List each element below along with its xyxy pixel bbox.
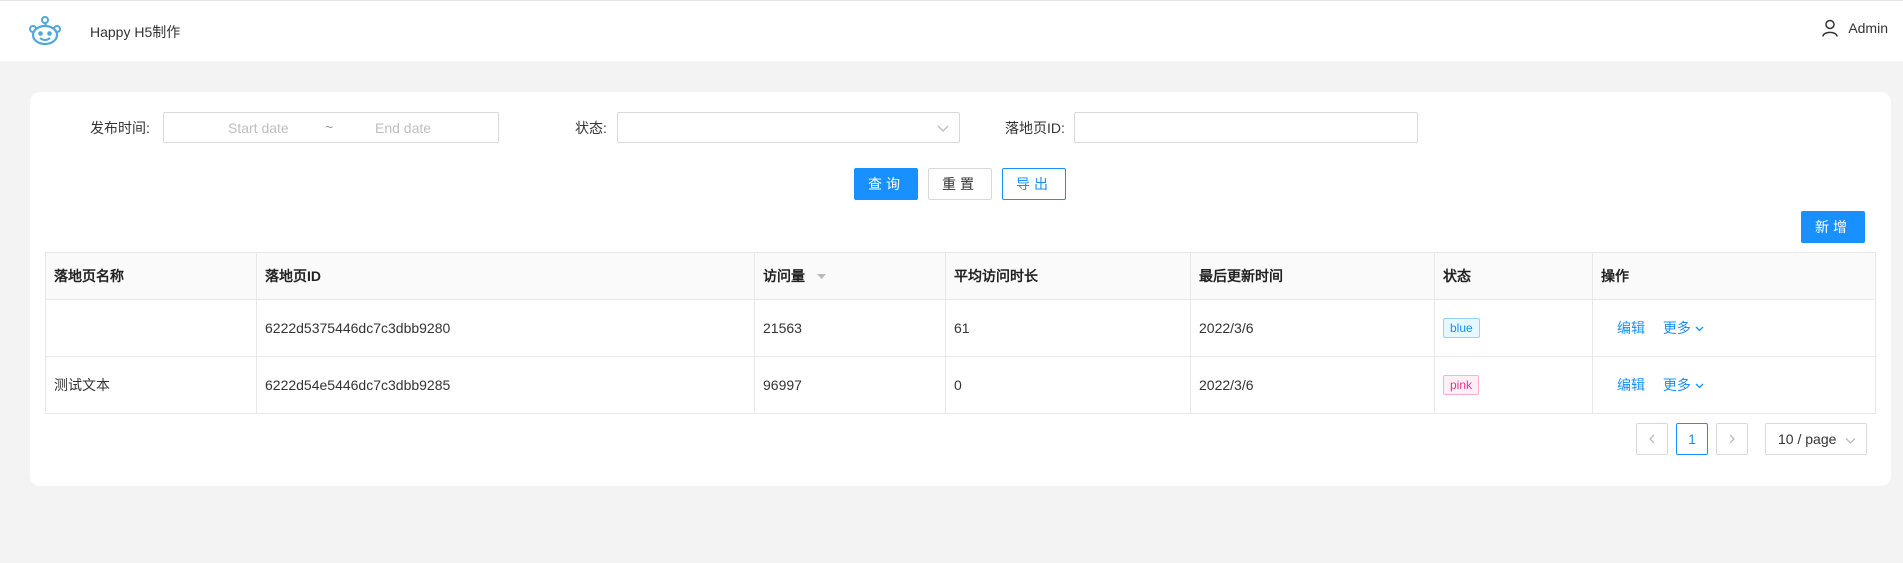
user-name: Admin [1848,20,1888,36]
chevron-down-icon [1695,383,1704,389]
app-title: Happy H5制作 [90,24,181,40]
status-select[interactable] [617,112,960,143]
next-page-button[interactable] [1716,423,1748,455]
sort-caret-icon[interactable] [816,274,826,280]
publish-time-label: 发布时间: [90,120,150,136]
date-range-picker[interactable]: Start date ~ End date [163,112,499,143]
column-header-updated: 最后更新时间 [1190,252,1435,300]
landing-page-table: 落地页名称 落地页ID 访问量 平均访问时长 最后更新时间 状态 操作 6222… [45,252,1876,414]
cell-avg-duration: 0 [945,356,1191,414]
user-menu[interactable]: Admin [1822,19,1888,37]
user-icon [1822,19,1839,37]
page-id-label: 落地页ID: [1005,120,1065,136]
end-date-placeholder: End date [375,120,432,136]
cell-actions: 编辑 更多 [1592,299,1876,357]
page-size-value: 10 / page [1778,431,1837,447]
cell-updated: 2022/3/6 [1190,299,1435,357]
more-label: 更多 [1662,377,1691,393]
more-dropdown[interactable]: 更多 [1663,377,1704,393]
status-badge: blue [1443,318,1480,338]
cell-id: 6222d54e5446dc7c3dbb9285 [256,356,755,414]
cell-name [45,299,257,357]
logo-icon[interactable] [29,16,61,46]
range-separator: ~ [325,119,334,135]
column-header-avg-duration: 平均访问时长 [945,252,1191,300]
cell-updated: 2022/3/6 [1190,356,1435,414]
cell-visits: 21563 [754,299,946,357]
cell-id: 6222d5375446dc7c3dbb9280 [256,299,755,357]
status-label: 状态: [575,120,607,136]
cell-avg-duration: 61 [945,299,1191,357]
more-label: 更多 [1662,320,1691,336]
table-header-row: 落地页名称 落地页ID 访问量 平均访问时长 最后更新时间 状态 操作 [45,252,1876,300]
status-badge: pink [1443,375,1480,395]
export-button[interactable]: 导出 [1002,168,1066,200]
query-button[interactable]: 查询 [854,168,918,200]
chevron-down-icon [937,125,949,132]
start-date-placeholder: Start date [228,120,289,136]
main-card: 发布时间: Start date ~ End date 状态: 落地页ID: 查… [30,92,1891,486]
prev-page-button[interactable] [1636,423,1668,455]
edit-link[interactable]: 编辑 [1617,377,1645,393]
column-header-status: 状态 [1434,252,1593,300]
chevron-right-icon [1729,434,1735,444]
chevron-down-icon [1695,326,1704,332]
column-header-actions: 操作 [1592,252,1876,300]
edit-link[interactable]: 编辑 [1617,320,1645,336]
page-size-select[interactable]: 10 / page [1765,423,1867,455]
page-id-input[interactable] [1074,112,1418,143]
chevron-left-icon [1649,434,1655,444]
cell-status: pink [1434,356,1593,414]
column-header-visits[interactable]: 访问量 [754,252,946,300]
page-button-1[interactable]: 1 [1676,423,1708,455]
cell-actions: 编辑 更多 [1592,356,1876,414]
cell-visits: 96997 [754,356,946,414]
column-header-name: 落地页名称 [45,252,257,300]
top-header: Happy H5制作 Admin [0,0,1903,61]
add-button[interactable]: 新增 [1801,211,1865,243]
cell-status: blue [1434,299,1593,357]
column-header-visits-label: 访问量 [763,268,805,284]
column-header-id: 落地页ID [256,252,755,300]
chevron-down-icon [1845,438,1856,444]
reset-button[interactable]: 重置 [928,168,992,200]
more-dropdown[interactable]: 更多 [1663,320,1704,336]
cell-name: 测试文本 [45,356,257,414]
table-row: 6222d5375446dc7c3dbb9280 21563 61 2022/3… [45,299,1876,357]
table-row: 测试文本 6222d54e5446dc7c3dbb9285 96997 0 20… [45,356,1876,414]
